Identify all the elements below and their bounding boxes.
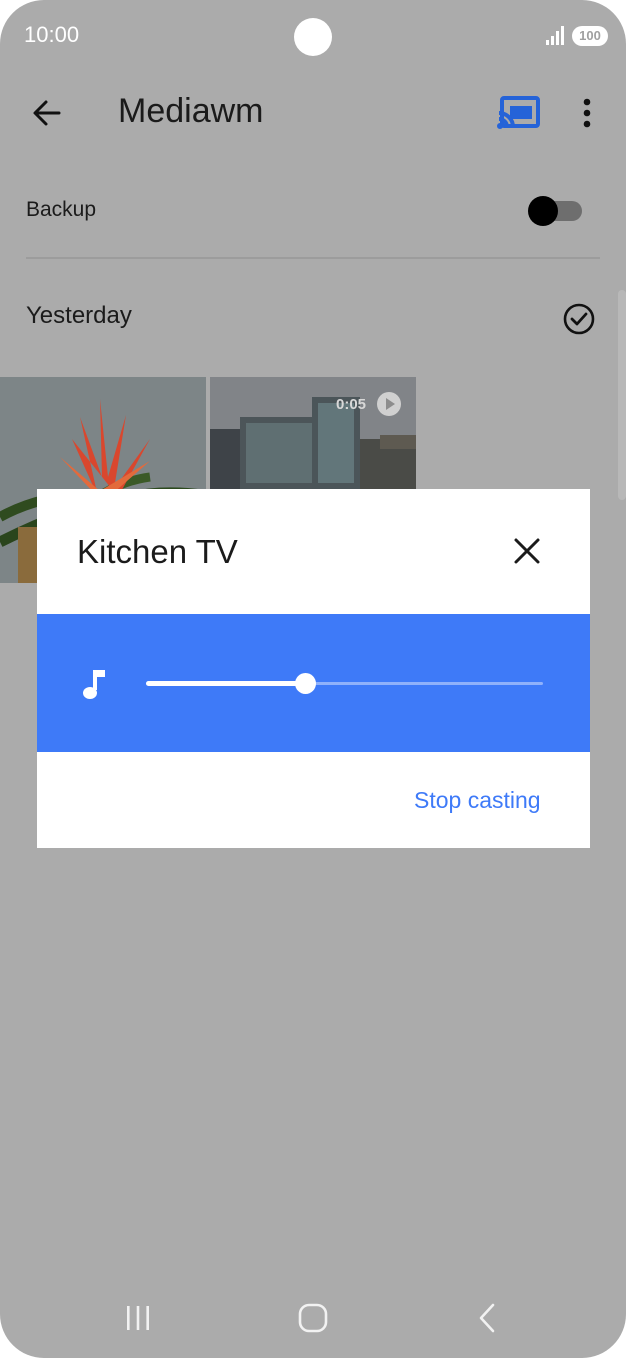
recents-icon[interactable] [122,1303,154,1333]
slider-thumb[interactable] [294,673,316,694]
signal-icon [546,26,564,45]
back-arrow-icon[interactable] [28,94,66,132]
volume-control [37,614,590,752]
status-time: 10:00 [24,22,80,47]
page-title: Mediawm [118,92,264,130]
music-note-icon [83,670,105,699]
battery-icon: 100 [572,26,608,46]
volume-slider[interactable] [146,672,543,696]
close-icon[interactable] [509,533,545,569]
more-vert-icon[interactable] [574,96,600,132]
backup-toggle[interactable] [528,196,584,226]
cast-connected-icon[interactable] [496,94,542,134]
check-circle-icon[interactable] [560,300,598,338]
home-icon[interactable] [297,1301,329,1335]
play-icon [377,392,401,416]
cast-dialog: Kitchen TV Stop casting [37,489,590,848]
stop-casting-button[interactable]: Stop casting [414,787,541,814]
slider-fill [146,681,305,686]
cast-device-title: Kitchen TV [77,533,238,570]
back-icon[interactable] [474,1302,500,1334]
camera-cutout [294,18,332,56]
section-date-label: Yesterday [26,302,132,329]
phone-screen: 10:00 100 Mediawm Backup Yesterday 0:05 … [0,0,626,1358]
backup-label: Backup [26,198,97,221]
toggle-thumb [528,196,558,226]
scrollbar[interactable] [618,290,626,500]
divider [26,257,600,259]
video-duration: 0:05 [336,396,367,413]
